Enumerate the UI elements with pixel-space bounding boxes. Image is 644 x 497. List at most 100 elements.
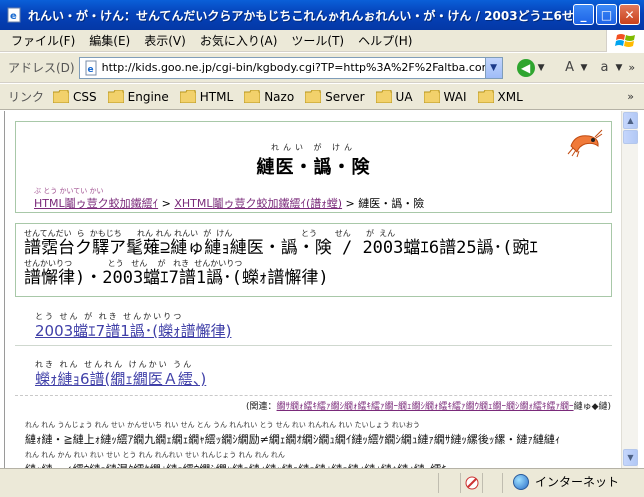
section-month-text[interactable]: 蠑ｫ縺ｮ6譜(繝ｪ繝医Ａ繧、): [35, 370, 206, 388]
folder-icon: [107, 90, 124, 103]
heading-ruby: せんてんだい ら かもじち れん れん れんい が けん とう せん が えん: [24, 229, 396, 238]
link-label: CSS: [73, 89, 97, 104]
menu-edit[interactable]: 編集(E): [82, 30, 137, 51]
body-ruby: れん れん うんじょう れん せい かんせいち れい せん とん うん れんれい…: [25, 421, 420, 429]
section-date-text[interactable]: 2003蟷ｴ7譜1譌･(蠑ｫ譜懈律): [35, 322, 231, 340]
section-month-link[interactable]: れき れん せんれん けんかい うん 蠑ｫ縺ｮ6譜(繝ｪ繝医Ａ繧、): [35, 359, 206, 389]
encoding-icon[interactable]: a: [593, 58, 615, 78]
window-titlebar: e れんい・が・けん：せんてんだいクらアかもじちこれんゕれんぉれんい・が・けん …: [0, 0, 644, 30]
menu-bar: ファイル(F) 編集(E) 表示(V) お気に入り(A) ツール(T) ヘルプ(…: [0, 30, 644, 52]
back-arrow-icon: ◀: [516, 58, 535, 77]
text-size-dropdown-icon[interactable]: ▼: [581, 63, 588, 73]
folder-icon: [305, 90, 322, 103]
link-ua[interactable]: UA: [373, 90, 421, 104]
security-zone-pane: インターネット: [502, 473, 619, 493]
security-zone-label: インターネット: [535, 475, 620, 489]
address-label: アドレス(D): [8, 61, 75, 75]
body-line: 縺ｯ縺・≠繧ｳ縺ｮ縺滉ｸ繧ｹ繝ｫ縺ｮ繧ｳ繝ｼ繝ｬ縺ｮ縺ｨ縺ｯ縺ｮ縺ｮ縺ｫ縺ｮ縺ｨ…: [25, 459, 615, 468]
main-heading-line: 譜霑台ク驛ア髦薙⊇縺ゅ縺ｮ縺医・譌・険 / 2003蟷ｴ6譜25譌･(豌ｴ: [24, 238, 538, 258]
link-engine[interactable]: Engine: [105, 90, 177, 104]
main-heading-line: 譜懈律)・2003蟷ｴ7譜1譌･(蠑ｫ譜懈律): [24, 268, 329, 288]
breadcrumb-ruby: ぶ とう かいてい かい: [34, 187, 104, 195]
heading-ruby: せんかいりつ とう せん が れき せんかいりつ: [24, 259, 243, 268]
link-label: Server: [325, 89, 365, 104]
page-title: 縺医・譌・険: [256, 157, 371, 178]
link-wai[interactable]: WAI: [421, 90, 475, 104]
link-label: Engine: [127, 89, 169, 104]
folder-icon: [244, 90, 261, 103]
internet-globe-icon: [513, 473, 529, 490]
title-ruby: れんい が けん: [270, 143, 357, 152]
scroll-down-icon[interactable]: ▼: [623, 449, 638, 466]
text-size-icon[interactable]: A: [559, 58, 581, 78]
link-html[interactable]: HTML: [177, 90, 241, 104]
back-dropdown-icon[interactable]: ▼: [538, 63, 545, 73]
body-ruby: れん れん かん れい れい せい とう れん れんれい せい れんじょう れん…: [25, 451, 285, 459]
section-ruby: れき れん せんれん けんかい うん: [35, 360, 194, 369]
related-tail: 縺ゅ◆縺): [573, 402, 611, 412]
folder-icon: [375, 90, 392, 103]
related-links: (関連：繝ｻ繝ｫ繧ｷ繧ｧ繝ｼ繝ｫ繧ｷ繧ｧ繝ｰ繝ｪ繝ｼ繝ｫ繧ｷ繧ｧ繝ｳ繝ｪ繝ｰ繝ｼ…: [246, 399, 611, 412]
section-date-link[interactable]: とう せん が れき せんかいりつ 2003蟷ｴ7譜1譌･(蠑ｫ譜懈律): [35, 311, 231, 341]
window-title: れんい・が・けん：せんてんだいクらアかもじちこれんゕれんぉれんい・が・けん / …: [28, 8, 588, 23]
folder-icon: [477, 90, 494, 103]
menu-tools[interactable]: ツール(T): [284, 30, 351, 51]
close-button[interactable]: ✕: [619, 4, 640, 25]
minimize-button[interactable]: _: [573, 4, 594, 25]
address-dropdown-icon[interactable]: ▼: [484, 57, 502, 78]
section-ruby: とう せん が れき せんかいりつ: [35, 312, 184, 321]
breadcrumb: ぶ とう かいてい かい HTML鬮ゥ荳ク蛟加鐵繧ｲ > XHTML鬮ゥ荳ク蛟加…: [34, 186, 424, 211]
related-label: (関連：: [246, 402, 277, 412]
page-viewport: れんい が けん 縺医・譌・険 ぶ とう かいてい かい HTML鬮ゥ荳ク蛟加鐵…: [4, 111, 621, 468]
address-bar: アドレス(D) e http://kids.goo.ne.jp/cgi-bin/…: [0, 53, 644, 83]
page-header-box: れんい が けん 縺医・譌・険 ぶ とう かいてい かい HTML鬮ゥ荳ク蛟加鐵…: [15, 121, 612, 213]
related-link[interactable]: 繝ｻ繝ｫ繧ｷ繧ｧ繝ｼ繝ｫ繧ｷ繧ｧ繝ｰ繝ｪ繝ｼ繝ｫ繧ｷ繧ｧ繝ｳ繝ｪ繝ｰ繝ｼ繝ｫ繧ｷ…: [277, 402, 574, 412]
menu-help[interactable]: ヘルプ(H): [351, 30, 419, 51]
menu-favorites[interactable]: お気に入り(A): [193, 30, 285, 51]
link-label: XML: [497, 89, 523, 104]
divider: [15, 395, 612, 396]
link-label: UA: [395, 89, 413, 104]
menu-file[interactable]: ファイル(F): [4, 30, 82, 51]
status-bar: インターネット: [0, 468, 644, 497]
maximize-button[interactable]: □: [596, 4, 617, 25]
folder-icon: [179, 90, 196, 103]
breadcrumb-link-html[interactable]: HTML鬮ゥ荳ク蛟加鐵繧ｲ: [34, 197, 158, 210]
folder-icon: [53, 90, 70, 103]
ie-page-icon: e: [7, 7, 21, 23]
toolbar-overflow-icon[interactable]: »: [628, 61, 635, 74]
status-pane: [482, 473, 502, 493]
body-paragraph: れん れん うんじょう れん せい かんせいち れい せん とん うん れんれい…: [25, 421, 615, 468]
breadcrumb-link-xhtml[interactable]: XHTML鬮ゥ荳ク蛟加鐵繧ｲ(譜ｫ螳): [174, 197, 342, 210]
breadcrumb-current: 縺医・譌・險: [358, 197, 425, 210]
link-xml[interactable]: XML: [475, 90, 531, 104]
popup-blocked-icon[interactable]: [460, 473, 482, 493]
links-bar: リンク CSS Engine HTML Nazo Server UA WAI X…: [0, 84, 644, 110]
address-url[interactable]: http://kids.goo.ne.jp/cgi-bin/kgbody.cgi…: [102, 61, 486, 74]
link-css[interactable]: CSS: [50, 90, 105, 104]
main-heading-box: せんてんだい ら かもじち れん れん れんい が けん とう せん が えん …: [15, 223, 612, 297]
links-overflow-icon[interactable]: »: [627, 90, 634, 103]
link-server[interactable]: Server: [302, 90, 372, 104]
status-pane: [438, 473, 460, 493]
shrimp-logo-icon: [567, 129, 603, 158]
body-line: 縺ｫ縺・≧縺上ｫ縺ｯ繧ｱ繝九繝ｪ繝ｪ繝ｬ繧ｯ繝ｼ繝励≠繝ｪ繝ｵ繝ｼ繝ｭ繝ｲ縺ｯ繧…: [25, 433, 561, 446]
menu-view[interactable]: 表示(V): [137, 30, 193, 51]
link-nazo[interactable]: Nazo: [241, 90, 302, 104]
svg-text:e: e: [10, 11, 17, 22]
link-label: Nazo: [264, 89, 295, 104]
svg-text:e: e: [87, 65, 93, 75]
page-icon: e: [85, 60, 97, 75]
breadcrumb-separator: >: [158, 197, 175, 210]
encoding-dropdown-icon[interactable]: ▼: [615, 63, 622, 73]
back-button[interactable]: ◀ ▼: [516, 58, 545, 77]
scroll-thumb[interactable]: [623, 130, 638, 144]
link-label: HTML: [199, 89, 234, 104]
windows-logo-icon: [606, 30, 644, 52]
divider: [15, 345, 612, 346]
vertical-scrollbar[interactable]: ▲ ▼: [621, 111, 638, 468]
scroll-up-icon[interactable]: ▲: [623, 112, 638, 129]
links-label: リンク: [8, 90, 45, 104]
address-input[interactable]: e http://kids.goo.ne.jp/cgi-bin/kgbody.c…: [78, 56, 503, 79]
link-label: WAI: [443, 89, 467, 104]
